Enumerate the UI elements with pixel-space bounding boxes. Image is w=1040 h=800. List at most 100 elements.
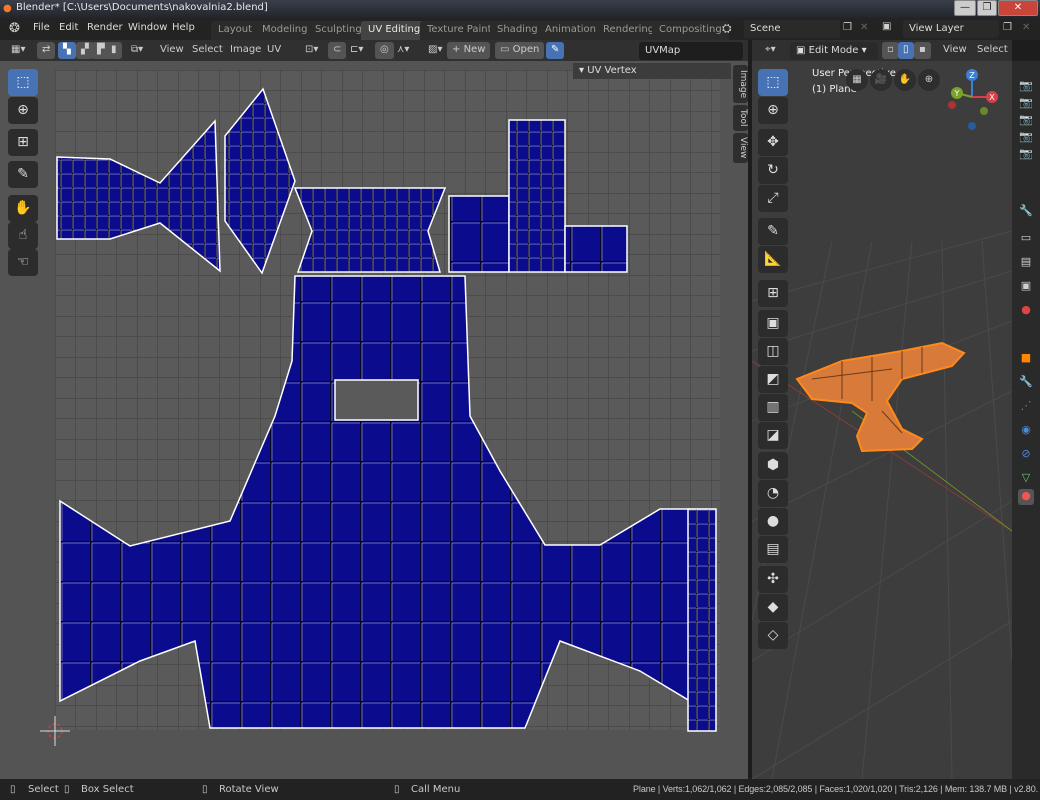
grab-tool[interactable]: ✋ bbox=[8, 195, 38, 222]
select-box-tool[interactable]: ⬚ bbox=[8, 69, 38, 96]
render-icon[interactable]: 📷 bbox=[1018, 130, 1034, 146]
menu-view[interactable]: View bbox=[155, 42, 189, 59]
annotate-tool[interactable]: ✎ bbox=[8, 161, 38, 188]
snap-target-icon[interactable]: ⊏▾ bbox=[345, 42, 368, 59]
side-tab-view[interactable]: View bbox=[733, 133, 748, 163]
shear-tool[interactable]: ◆ bbox=[758, 594, 788, 621]
measure-tool[interactable]: 📐 bbox=[758, 246, 788, 273]
particles-icon[interactable]: ⋰ bbox=[1018, 399, 1034, 415]
select-box-tool-3d[interactable]: ⬚ bbox=[758, 69, 788, 96]
poly-build-tool[interactable]: ⬢ bbox=[758, 452, 788, 479]
shrink-fatten-tool[interactable]: ✣ bbox=[758, 566, 788, 593]
proportional-edit-icon[interactable]: ◎ bbox=[375, 42, 394, 59]
maximize-button[interactable]: ❐ bbox=[977, 0, 997, 16]
render-icon[interactable]: 📷 bbox=[1018, 113, 1034, 129]
menu-uv[interactable]: UV bbox=[262, 42, 286, 59]
annotate-tool-3d[interactable]: ✎ bbox=[758, 218, 788, 245]
vertex-select-icon[interactable]: ▚ bbox=[58, 42, 76, 59]
delete-scene-icon[interactable]: ✕ bbox=[860, 22, 868, 33]
menu-help[interactable]: Help bbox=[172, 22, 195, 33]
scene-props-icon[interactable]: ● bbox=[1018, 303, 1034, 319]
tab-modeling[interactable]: Modeling bbox=[255, 21, 315, 40]
tool-icon[interactable]: 🔧 bbox=[1018, 204, 1034, 220]
edge-mode-icon[interactable]: ▯ bbox=[898, 42, 914, 59]
editor-type-icon[interactable]: ⌖▾ bbox=[760, 42, 781, 59]
cursor-tool[interactable]: ⊕ bbox=[8, 97, 38, 124]
pivot-icon[interactable]: ⊡▾ bbox=[300, 42, 323, 59]
close-button[interactable]: ✕ bbox=[998, 0, 1038, 16]
toggle-camera-grid-icon[interactable]: ▦ bbox=[846, 69, 868, 91]
menu-select-3d[interactable]: Select bbox=[972, 42, 1013, 59]
delete-view-layer-icon[interactable]: ✕ bbox=[1022, 22, 1030, 33]
sync-selection-icon[interactable]: ⇄ bbox=[37, 42, 56, 59]
inset-tool[interactable]: ◫ bbox=[758, 338, 788, 365]
transform-tool[interactable]: ⊞ bbox=[8, 129, 38, 156]
pin-icon[interactable]: ✎ bbox=[546, 42, 565, 59]
side-tab-image[interactable]: Image bbox=[733, 65, 748, 103]
material-icon[interactable]: ● bbox=[1018, 489, 1034, 505]
mode-dropdown[interactable]: ▣ Edit Mode ▾ bbox=[790, 42, 878, 60]
tab-shading[interactable]: Shading bbox=[490, 21, 545, 40]
editor-type-icon[interactable]: ▦▾ bbox=[6, 42, 30, 59]
output-icon[interactable]: ▤ bbox=[1018, 255, 1034, 271]
render-icon[interactable]: 📷 bbox=[1018, 147, 1034, 163]
menu-image[interactable]: Image bbox=[225, 42, 266, 59]
extrude-tool[interactable]: ▣ bbox=[758, 310, 788, 337]
tab-animation[interactable]: Animation bbox=[538, 21, 603, 40]
relax-tool[interactable]: ☝ bbox=[8, 222, 38, 249]
view-layer-field[interactable]: View Layer bbox=[903, 20, 999, 38]
render-icon[interactable]: 📷 bbox=[1018, 79, 1034, 95]
scale-tool[interactable]: ⤢ bbox=[758, 185, 788, 212]
object-props-icon[interactable]: ■ bbox=[1018, 351, 1034, 367]
vertex-mode-icon[interactable]: ▫ bbox=[882, 42, 899, 59]
image-browse-icon[interactable]: ▨▾ bbox=[423, 42, 447, 59]
bevel-tool[interactable]: ◩ bbox=[758, 366, 788, 393]
menu-render[interactable]: Render bbox=[87, 22, 123, 33]
pinch-tool[interactable]: ☜ bbox=[8, 249, 38, 276]
face-mode-icon[interactable]: ▪ bbox=[914, 42, 931, 59]
uv-vertex-panel-header[interactable]: ▾ UV Vertex bbox=[573, 63, 731, 79]
open-image-button[interactable]: ▭ Open bbox=[495, 42, 545, 59]
sticky-select-icon[interactable]: ⧉▾ bbox=[126, 42, 148, 59]
minimize-button[interactable]: — bbox=[954, 0, 976, 16]
smooth-tool[interactable]: ● bbox=[758, 508, 788, 535]
side-tab-tool[interactable]: Tool bbox=[733, 105, 748, 131]
rotate-tool[interactable]: ↻ bbox=[758, 157, 788, 184]
island-select-icon[interactable]: ▮ bbox=[106, 42, 122, 59]
menu-file[interactable]: File bbox=[33, 22, 50, 33]
render-props-icon[interactable]: ▭ bbox=[1018, 231, 1034, 247]
cursor-tool-3d[interactable]: ⊕ bbox=[758, 97, 788, 124]
add-cube-tool[interactable]: ⊞ bbox=[758, 280, 788, 307]
new-scene-icon[interactable]: ❐ bbox=[843, 22, 852, 33]
uvmap-field[interactable]: UVMap bbox=[639, 42, 743, 60]
tab-uv-editing[interactable]: UV Editing bbox=[361, 21, 428, 40]
menu-edit[interactable]: Edit bbox=[59, 22, 78, 33]
menu-view-3d[interactable]: View bbox=[938, 42, 972, 59]
view-layer-props-icon[interactable]: ▣ bbox=[1018, 279, 1034, 295]
data-icon[interactable]: ▽ bbox=[1018, 471, 1034, 487]
physics-icon[interactable]: ◉ bbox=[1018, 423, 1034, 439]
tab-texture-paint[interactable]: Texture Paint bbox=[420, 21, 499, 40]
blender-menu-icon[interactable]: ❂ bbox=[9, 21, 20, 36]
spin-tool[interactable]: ◔ bbox=[758, 480, 788, 507]
falloff-icon[interactable]: ⋏▾ bbox=[392, 42, 414, 59]
3d-viewport[interactable]: Z X Y User Perspective (1) Plane ▦ 🎥 ✋ ⊕… bbox=[752, 61, 1012, 779]
navigation-gizmo[interactable]: Z X Y bbox=[948, 69, 998, 130]
scene-icon[interactable]: ⛭ bbox=[722, 21, 732, 36]
new-image-button[interactable]: + New bbox=[447, 42, 491, 59]
uv-editor-canvas[interactable]: ⬚ ⊕ ⊞ ✎ ✋ ☝ ☜ ▾ UV Vertex Image Tool Vie… bbox=[0, 61, 748, 779]
zoom-view-icon[interactable]: ⊕ bbox=[918, 69, 940, 91]
loop-cut-tool[interactable]: ▥ bbox=[758, 394, 788, 421]
view-layer-icon[interactable]: ▣ bbox=[882, 21, 891, 32]
tab-compositing[interactable]: Compositing bbox=[652, 21, 729, 40]
rip-tool[interactable]: ◇ bbox=[758, 622, 788, 649]
menu-window[interactable]: Window bbox=[128, 22, 167, 33]
move-tool[interactable]: ✥ bbox=[758, 129, 788, 156]
camera-view-icon[interactable]: 🎥 bbox=[870, 69, 892, 91]
tab-sculpting[interactable]: Sculpting bbox=[308, 21, 369, 40]
modifier-icon[interactable]: 🔧 bbox=[1018, 375, 1034, 391]
knife-tool[interactable]: ◪ bbox=[758, 422, 788, 449]
render-icon[interactable]: 📷 bbox=[1018, 96, 1034, 112]
snap-icon[interactable]: ⊂ bbox=[328, 42, 347, 59]
menu-select[interactable]: Select bbox=[187, 42, 228, 59]
